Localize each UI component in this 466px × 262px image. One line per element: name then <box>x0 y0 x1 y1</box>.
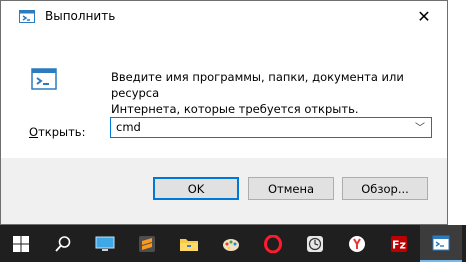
open-label-text: ткрыть: <box>38 125 86 139</box>
description-line-2: Интернета, которые требуется открыть. <box>111 102 359 116</box>
description: Введите имя программы, папки, документа … <box>111 69 447 117</box>
windows-start-icon <box>13 235 29 252</box>
taskbar-sublime[interactable] <box>126 225 168 262</box>
taskbar: Fz <box>0 225 466 262</box>
open-combobox[interactable]: cmd ﹀ <box>110 117 432 138</box>
browse-button[interactable]: Обзор... <box>342 177 428 200</box>
search-button[interactable] <box>42 225 84 262</box>
this-pc-icon <box>95 236 115 251</box>
open-label-accelerator: О <box>29 125 39 139</box>
taskbar-filezilla[interactable]: Fz <box>378 225 420 262</box>
start-button[interactable] <box>0 225 42 262</box>
description-line-1: Введите имя программы, папки, документа … <box>111 70 404 100</box>
title-bar[interactable]: Выполнить ✕ <box>1 1 447 31</box>
ok-button[interactable]: OK <box>153 177 239 200</box>
svg-text:Fz: Fz <box>392 238 406 251</box>
close-icon: ✕ <box>417 6 431 26</box>
paint-icon <box>223 238 239 251</box>
run-dialog: Выполнить ✕ Введите имя программы, папки… <box>0 0 448 225</box>
taskbar-run[interactable] <box>420 225 462 262</box>
sublime-text-icon <box>139 235 155 252</box>
open-input[interactable]: cmd <box>116 120 141 134</box>
taskbar-opera[interactable] <box>252 225 294 262</box>
window-title: Выполнить <box>45 9 116 23</box>
file-explorer-icon <box>180 238 198 251</box>
chevron-down-icon[interactable]: ﹀ <box>415 119 425 134</box>
cancel-button[interactable]: Отмена <box>248 177 334 200</box>
taskbar-this-pc[interactable] <box>84 225 126 262</box>
opera-icon <box>264 234 282 253</box>
search-icon <box>55 235 71 252</box>
filezilla-icon: Fz <box>391 235 407 252</box>
dialog-content: Введите имя программы, папки, документа … <box>1 31 447 158</box>
yandex-browser-icon <box>349 235 365 252</box>
taskbar-paint[interactable] <box>210 225 252 262</box>
run-app-icon <box>31 68 57 90</box>
open-label: Открыть: <box>29 125 85 139</box>
taskbar-yandex[interactable] <box>336 225 378 262</box>
run-icon <box>19 10 35 23</box>
run-dialog-icon <box>432 235 450 250</box>
close-button[interactable]: ✕ <box>401 1 447 31</box>
clock-app-icon <box>307 235 323 252</box>
taskbar-clock[interactable] <box>294 225 336 262</box>
taskbar-explorer[interactable] <box>168 225 210 262</box>
